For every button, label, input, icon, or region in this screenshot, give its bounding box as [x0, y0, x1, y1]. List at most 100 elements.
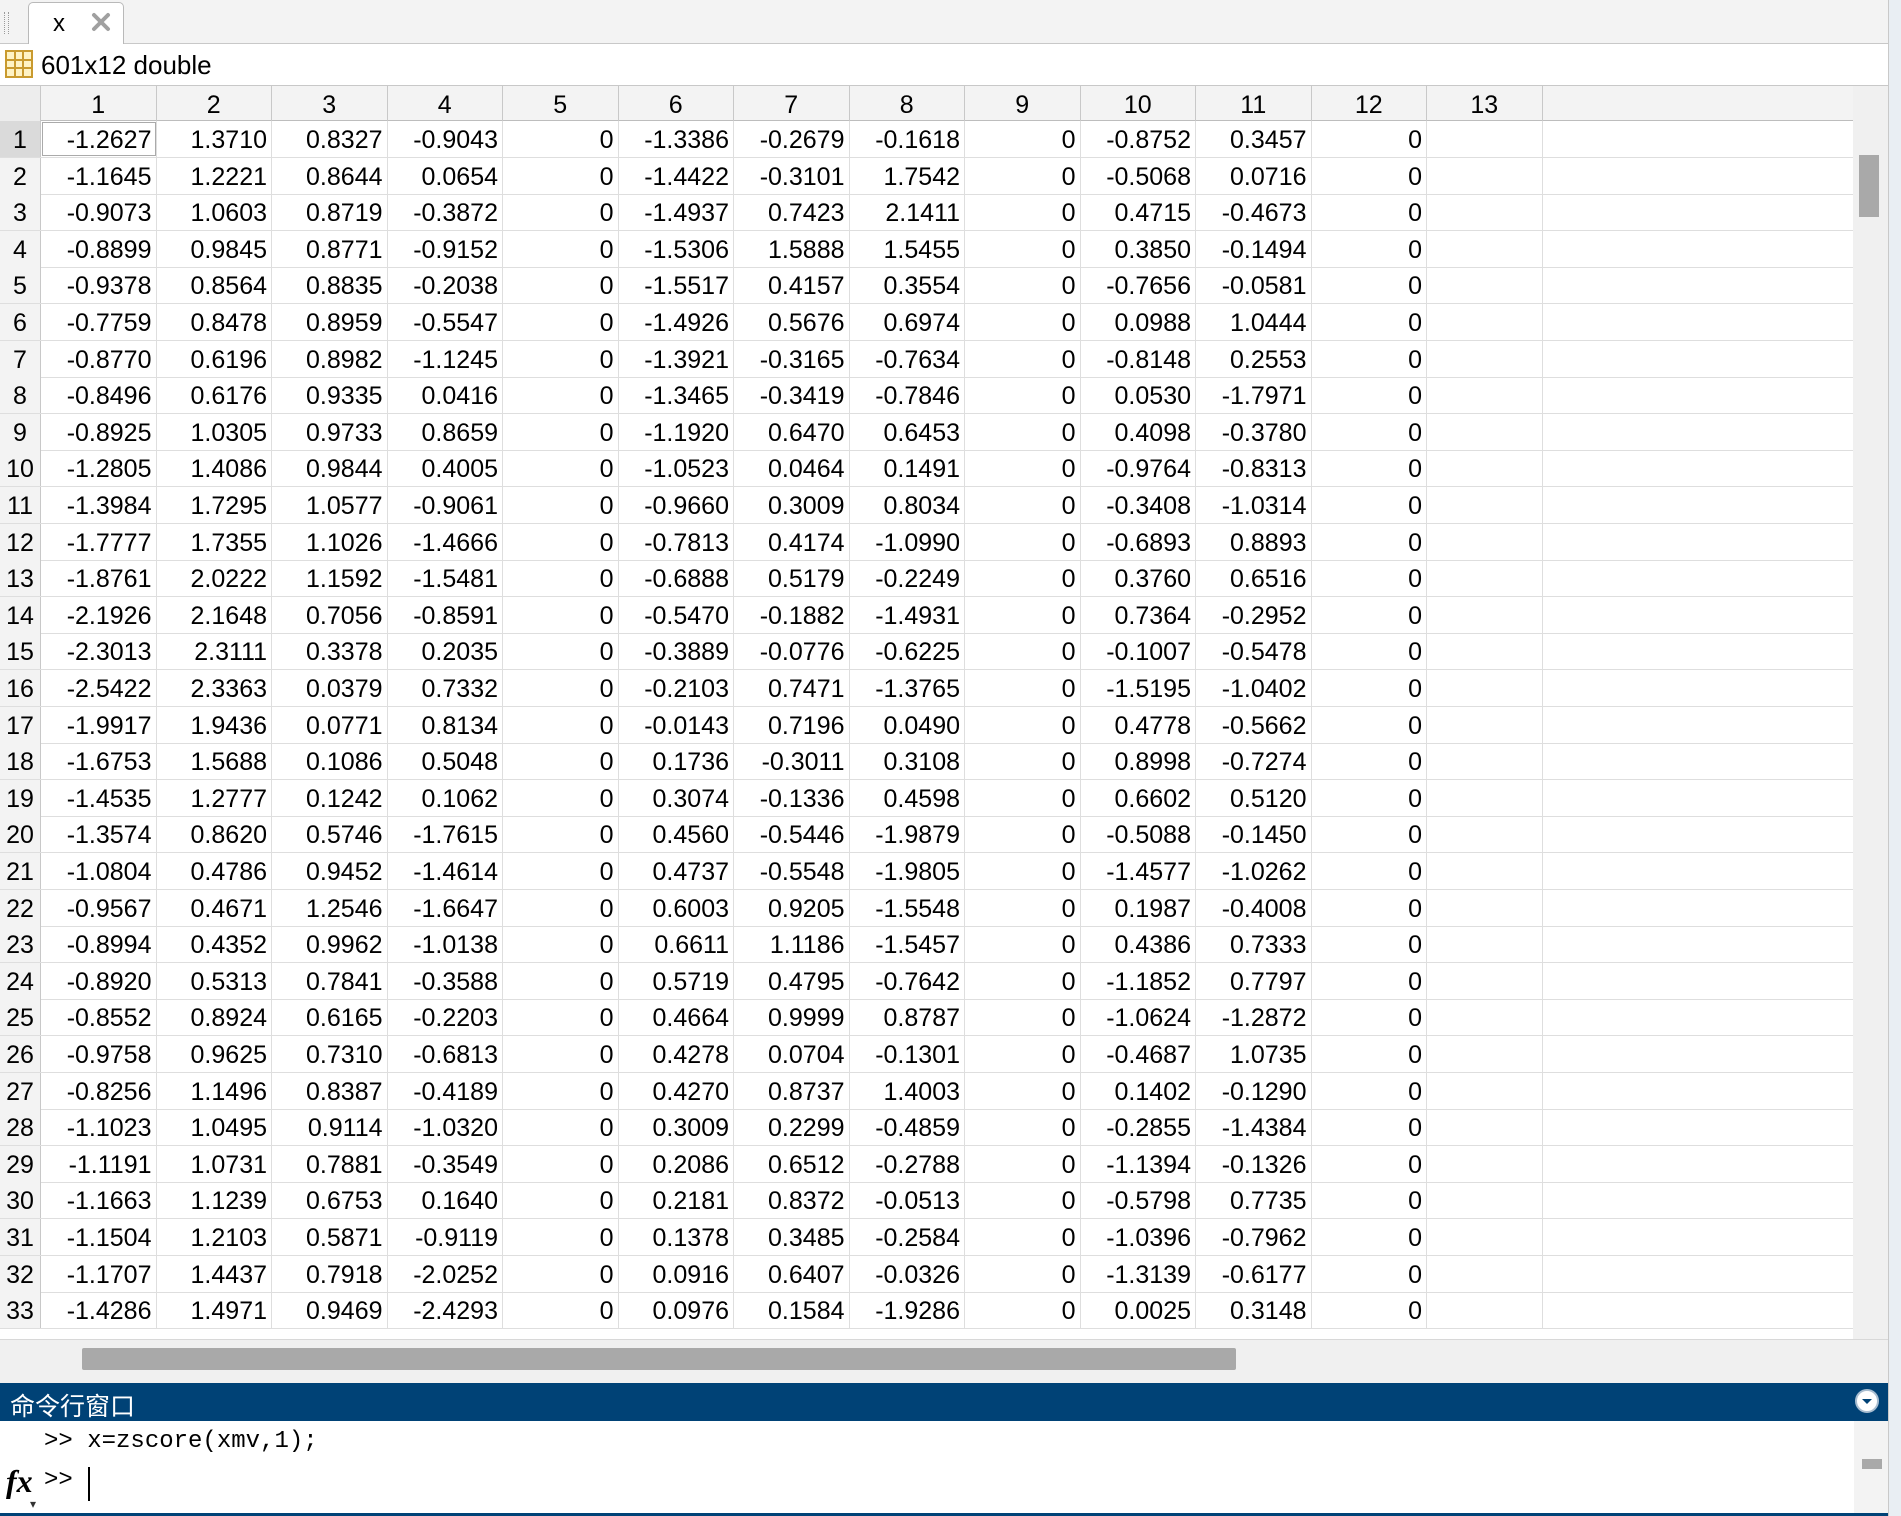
- table-cell[interactable]: -1.9805: [850, 853, 965, 889]
- table-cell[interactable]: 0.4737: [619, 853, 734, 889]
- row-header[interactable]: 6: [0, 304, 41, 340]
- table-cell[interactable]: -0.2584: [850, 1219, 965, 1255]
- table-cell[interactable]: -1.4614: [388, 853, 503, 889]
- table-cell[interactable]: 1.3710: [157, 121, 272, 157]
- table-cell[interactable]: 0.1584: [734, 1292, 850, 1329]
- table-cell[interactable]: -0.0581: [1196, 267, 1312, 304]
- table-cell[interactable]: 0.5746: [272, 816, 388, 853]
- table-cell[interactable]: -1.4286: [41, 1292, 157, 1329]
- table-cell[interactable]: -1.5481: [388, 560, 503, 597]
- table-cell[interactable]: 0: [1312, 194, 1427, 231]
- table-cell[interactable]: -0.5478: [1196, 633, 1312, 670]
- row-header[interactable]: 16: [0, 670, 41, 706]
- table-cell[interactable]: -0.8770: [41, 340, 157, 377]
- table-cell[interactable]: -0.8148: [1081, 340, 1196, 377]
- table-cell[interactable]: -1.9917: [41, 706, 157, 743]
- table-cell[interactable]: 1.0603: [157, 194, 272, 231]
- table-cell[interactable]: 1.2221: [157, 157, 272, 194]
- table-cell[interactable]: -1.9286: [850, 1292, 965, 1329]
- column-header[interactable]: 7: [734, 86, 850, 121]
- table-cell[interactable]: 0: [1312, 230, 1427, 267]
- table-cell[interactable]: 0.1242: [272, 779, 388, 816]
- table-cell[interactable]: 0.6611: [619, 926, 734, 963]
- table-cell[interactable]: 1.0731: [157, 1145, 272, 1182]
- table-cell[interactable]: 1.7295: [157, 487, 272, 523]
- table-cell[interactable]: 0: [965, 450, 1081, 487]
- table-cell[interactable]: 0: [965, 1255, 1081, 1292]
- table-cell[interactable]: 0: [1312, 1109, 1427, 1146]
- table-cell[interactable]: -0.4008: [1196, 889, 1312, 926]
- table-cell[interactable]: -1.1191: [41, 1145, 157, 1182]
- column-header[interactable]: 13: [1427, 86, 1543, 121]
- table-cell[interactable]: 0: [503, 1182, 619, 1219]
- table-cell[interactable]: 0: [965, 706, 1081, 743]
- row-header[interactable]: 9: [0, 413, 41, 450]
- table-cell[interactable]: -1.0624: [1081, 999, 1196, 1036]
- table-cell[interactable]: -0.7962: [1196, 1219, 1312, 1255]
- table-cell[interactable]: 1.0305: [157, 413, 272, 450]
- table-cell[interactable]: 0: [503, 670, 619, 706]
- table-cell[interactable]: -0.4687: [1081, 1036, 1196, 1072]
- table-cell[interactable]: 0: [1312, 1072, 1427, 1109]
- table-cell[interactable]: 0: [1312, 706, 1427, 743]
- table-cell[interactable]: [1427, 706, 1543, 743]
- table-cell[interactable]: 0.9335: [272, 377, 388, 414]
- column-header[interactable]: 6: [619, 86, 734, 121]
- table-cell[interactable]: [1427, 450, 1543, 487]
- table-cell[interactable]: 0: [965, 633, 1081, 670]
- table-cell[interactable]: 0: [503, 962, 619, 999]
- table-cell[interactable]: 0: [503, 523, 619, 560]
- table-cell[interactable]: [1427, 377, 1543, 414]
- table-cell[interactable]: -0.3419: [734, 377, 850, 414]
- table-cell[interactable]: 0: [965, 596, 1081, 633]
- table-cell[interactable]: -1.0320: [388, 1109, 503, 1146]
- table-cell[interactable]: -0.4859: [850, 1109, 965, 1146]
- table-cell[interactable]: -0.0776: [734, 633, 850, 670]
- table-cell[interactable]: -0.7274: [1196, 743, 1312, 780]
- table-cell[interactable]: 0.4278: [619, 1036, 734, 1072]
- table-cell[interactable]: 0.7797: [1196, 962, 1312, 999]
- table-cell[interactable]: 0: [965, 853, 1081, 889]
- table-cell[interactable]: -1.8761: [41, 560, 157, 597]
- table-cell[interactable]: 0.6453: [850, 413, 965, 450]
- table-cell[interactable]: -1.5548: [850, 889, 965, 926]
- variable-editor-grid[interactable]: 1 2 3 4 5 6 7 8 9 10 11 12 13 1 -1.2627 1.3710 0.8327 -0…: [0, 86, 1853, 1339]
- table-cell[interactable]: -0.7759: [41, 304, 157, 340]
- table-cell[interactable]: 0.0716: [1196, 157, 1312, 194]
- table-cell[interactable]: -0.0513: [850, 1182, 965, 1219]
- row-header[interactable]: 10: [0, 450, 41, 487]
- table-cell[interactable]: 0.0490: [850, 706, 965, 743]
- table-cell[interactable]: [1427, 779, 1543, 816]
- table-cell[interactable]: -0.7813: [619, 523, 734, 560]
- table-cell[interactable]: 0.5313: [157, 962, 272, 999]
- table-cell[interactable]: -0.9567: [41, 889, 157, 926]
- table-cell[interactable]: 0.6753: [272, 1182, 388, 1219]
- table-cell[interactable]: 1.2777: [157, 779, 272, 816]
- table-cell[interactable]: 0: [1312, 560, 1427, 597]
- table-cell[interactable]: 0.7881: [272, 1145, 388, 1182]
- table-cell[interactable]: 0: [503, 816, 619, 853]
- table-cell[interactable]: -1.4937: [619, 194, 734, 231]
- table-cell[interactable]: 0: [1312, 926, 1427, 963]
- table-cell[interactable]: 0: [965, 121, 1081, 157]
- table-cell[interactable]: 0: [965, 926, 1081, 963]
- table-cell[interactable]: 0.8034: [850, 487, 965, 523]
- table-cell[interactable]: 0.5120: [1196, 779, 1312, 816]
- table-cell[interactable]: 0: [503, 450, 619, 487]
- table-cell[interactable]: 0: [1312, 1182, 1427, 1219]
- table-cell[interactable]: 0: [503, 706, 619, 743]
- table-cell[interactable]: -1.1920: [619, 413, 734, 450]
- table-cell[interactable]: 0: [503, 743, 619, 780]
- table-cell[interactable]: -1.7777: [41, 523, 157, 560]
- row-header[interactable]: 25: [0, 999, 41, 1036]
- table-cell[interactable]: 0: [503, 304, 619, 340]
- table-cell[interactable]: 0.4174: [734, 523, 850, 560]
- table-cell[interactable]: 0.9205: [734, 889, 850, 926]
- table-cell[interactable]: 1.4437: [157, 1255, 272, 1292]
- table-cell[interactable]: -0.6177: [1196, 1255, 1312, 1292]
- row-header[interactable]: 27: [0, 1072, 41, 1109]
- table-cell[interactable]: 0: [1312, 889, 1427, 926]
- table-cell[interactable]: 0.4786: [157, 853, 272, 889]
- table-cell[interactable]: -0.9660: [619, 487, 734, 523]
- table-cell[interactable]: 0: [965, 560, 1081, 597]
